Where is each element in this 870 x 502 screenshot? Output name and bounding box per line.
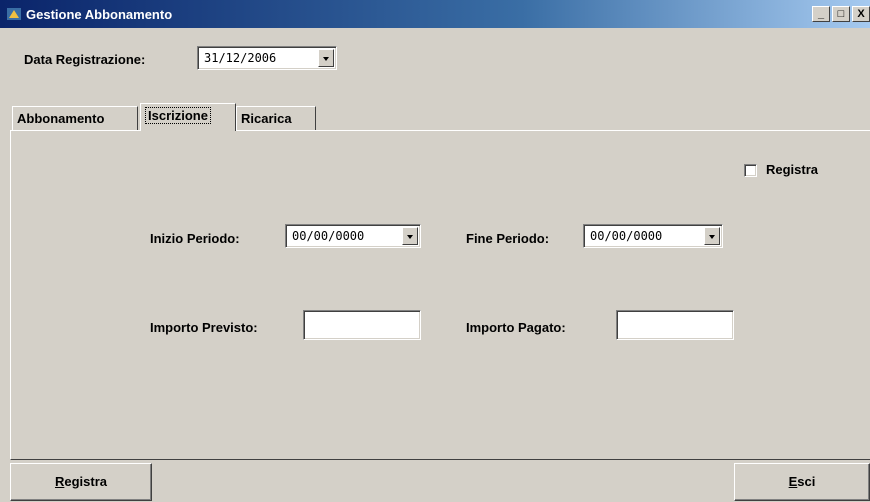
importo-pagato-label: Importo Pagato: <box>466 320 566 335</box>
importo-previsto-input[interactable] <box>303 310 421 340</box>
fine-periodo-value: 00/00/0000 <box>590 229 663 243</box>
fine-periodo-label: Fine Periodo: <box>466 231 550 246</box>
registra-checkbox[interactable] <box>744 164 757 177</box>
minimize-button[interactable]: _ <box>812 6 830 22</box>
importo-previsto-label: Importo Previsto: <box>150 320 258 335</box>
app-icon <box>7 8 21 20</box>
importo-pagato-input[interactable] <box>616 310 734 340</box>
esci-button[interactable]: Esci <box>734 463 870 501</box>
window-title: Gestione Abbonamento <box>26 7 173 22</box>
app-window: Gestione Abbonamento _ □ X Data Registra… <box>0 0 870 502</box>
title-bar[interactable]: Gestione Abbonamento _ □ X <box>0 0 870 28</box>
chevron-down-icon[interactable] <box>704 227 720 245</box>
chevron-down-icon[interactable] <box>318 49 334 67</box>
inizio-periodo-value: 00/00/0000 <box>292 229 365 243</box>
tab-panel-iscrizione <box>10 130 870 460</box>
registra-checkbox-label: Registra <box>766 162 819 177</box>
data-registrazione-label: Data Registrazione: <box>24 52 146 67</box>
tab-abbonamento[interactable]: Abbonamento <box>12 106 138 130</box>
chevron-down-icon[interactable] <box>402 227 418 245</box>
data-registrazione-combo[interactable]: 31/12/2006 <box>197 46 337 70</box>
tab-iscrizione[interactable]: Iscrizione <box>140 103 236 131</box>
registra-button[interactable]: Registra <box>10 463 152 501</box>
fine-periodo-combo[interactable]: 00/00/0000 <box>583 224 723 248</box>
inizio-periodo-label: Inizio Periodo: <box>150 231 240 246</box>
inizio-periodo-combo[interactable]: 00/00/0000 <box>285 224 421 248</box>
tab-ricarica[interactable]: Ricarica <box>236 106 316 130</box>
data-registrazione-value: 31/12/2006 <box>204 51 277 65</box>
maximize-button[interactable]: □ <box>832 6 850 22</box>
close-button[interactable]: X <box>852 6 870 22</box>
